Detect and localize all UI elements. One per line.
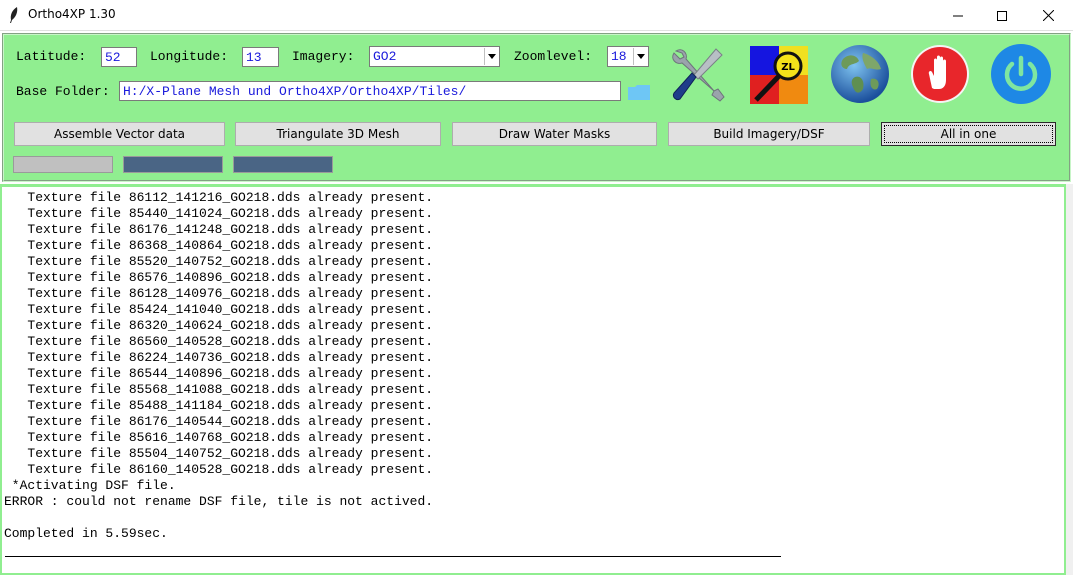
maximize-button[interactable]: [979, 0, 1025, 31]
log-line: Texture file 86160_140528_GO218.dds alre…: [4, 462, 434, 477]
close-icon: [1042, 10, 1054, 21]
log-line: Texture file 85504_140752_GO218.dds alre…: [4, 446, 434, 461]
imagery-select[interactable]: GO2: [369, 46, 500, 67]
minimize-icon: [953, 15, 963, 16]
draw-water-masks-button[interactable]: Draw Water Masks: [452, 122, 657, 146]
zoomlevel-dropdown-arrow[interactable]: [633, 48, 647, 65]
progress-bar-imagery: [233, 156, 333, 173]
longitude-input[interactable]: 13: [242, 47, 279, 67]
base-folder-input[interactable]: H:/X-Plane Mesh und Ortho4XP/Ortho4XP/Ti…: [119, 81, 621, 101]
triangulate-mesh-button[interactable]: Triangulate 3D Mesh: [235, 122, 441, 146]
progress-bar-vector: [13, 156, 113, 173]
log-line: ERROR : could not rename DSF file, tile …: [4, 494, 434, 509]
stop-hand-icon[interactable]: [910, 44, 970, 104]
assemble-vector-button[interactable]: Assemble Vector data: [14, 122, 225, 146]
zoomlevel-select[interactable]: 18: [607, 46, 649, 67]
log-line: Texture file 85424_141040_GO218.dds alre…: [4, 302, 434, 317]
latitude-input[interactable]: 52: [101, 47, 137, 67]
zoomlevel-value: 18: [611, 49, 627, 64]
log-line: Texture file 85520_140752_GO218.dds alre…: [4, 254, 434, 269]
log-line: Texture file 86176_140544_GO218.dds alre…: [4, 414, 434, 429]
log-line: Texture file 86128_140976_GO218.dds alre…: [4, 286, 434, 301]
feather-app-icon: [10, 7, 18, 23]
zl-badge-text: ZL: [781, 62, 795, 73]
log-line: Texture file 86176_141248_GO218.dds alre…: [4, 222, 434, 237]
build-imagery-dsf-button[interactable]: Build Imagery/DSF: [668, 122, 870, 146]
log-line: Texture file 86544_140896_GO218.dds alre…: [4, 366, 434, 381]
log-line: Texture file 85616_140768_GO218.dds alre…: [4, 430, 434, 445]
imagery-dropdown-arrow[interactable]: [484, 48, 498, 65]
window-title: Ortho4XP 1.30: [28, 7, 116, 21]
earth-icon[interactable]: [829, 43, 891, 105]
log-line: Texture file 85440_141024_GO218.dds alre…: [4, 206, 434, 221]
imagery-label: Imagery:: [292, 49, 355, 64]
base-folder-label: Base Folder:: [16, 84, 110, 99]
log-line: Texture file 86576_140896_GO218.dds alre…: [4, 270, 434, 285]
console-scrollbar[interactable]: [1066, 184, 1073, 575]
log-line: Completed in 5.59sec.: [4, 526, 168, 541]
title-bar: Ortho4XP 1.30: [0, 0, 1073, 31]
chevron-down-icon: [487, 54, 496, 59]
folder-icon[interactable]: [628, 85, 650, 100]
log-separator: [5, 556, 781, 557]
chevron-down-icon: [636, 54, 645, 59]
log-line: Texture file 86320_140624_GO218.dds alre…: [4, 318, 434, 333]
latitude-label: Latitude:: [16, 49, 87, 64]
progress-fill: [234, 157, 332, 172]
log-line: Texture file 86224_140736_GO218.dds alre…: [4, 350, 434, 365]
tools-icon[interactable]: [668, 45, 726, 103]
maximize-icon: [997, 10, 1007, 21]
log-line: Texture file 86112_141216_GO218.dds alre…: [4, 190, 434, 205]
log-line: Texture file 85568_141088_GO218.dds alre…: [4, 382, 434, 397]
log-line: Texture file 85488_141184_GO218.dds alre…: [4, 398, 434, 413]
log-line: *Activating DSF file.: [4, 478, 176, 493]
zoomlevel-map-icon[interactable]: ZL: [748, 44, 810, 106]
minimize-button[interactable]: [935, 0, 981, 31]
all-in-one-button[interactable]: All in one: [881, 122, 1056, 146]
imagery-value: GO2: [373, 49, 397, 64]
log-line: Texture file 86368_140864_GO218.dds alre…: [4, 238, 434, 253]
progress-bar-mesh: [123, 156, 223, 173]
log-line: Texture file 86560_140528_GO218.dds alre…: [4, 334, 434, 349]
zoomlevel-label: Zoomlevel:: [514, 49, 593, 64]
log-console[interactable]: Texture file 86112_141216_GO218.dds alre…: [0, 184, 1066, 575]
control-panel: Latitude: 52 Longitude: 13 Imagery: GO2 …: [2, 33, 1071, 182]
close-button[interactable]: [1025, 0, 1071, 31]
progress-fill: [124, 157, 222, 172]
longitude-label: Longitude:: [150, 49, 229, 64]
power-icon[interactable]: [991, 44, 1051, 104]
